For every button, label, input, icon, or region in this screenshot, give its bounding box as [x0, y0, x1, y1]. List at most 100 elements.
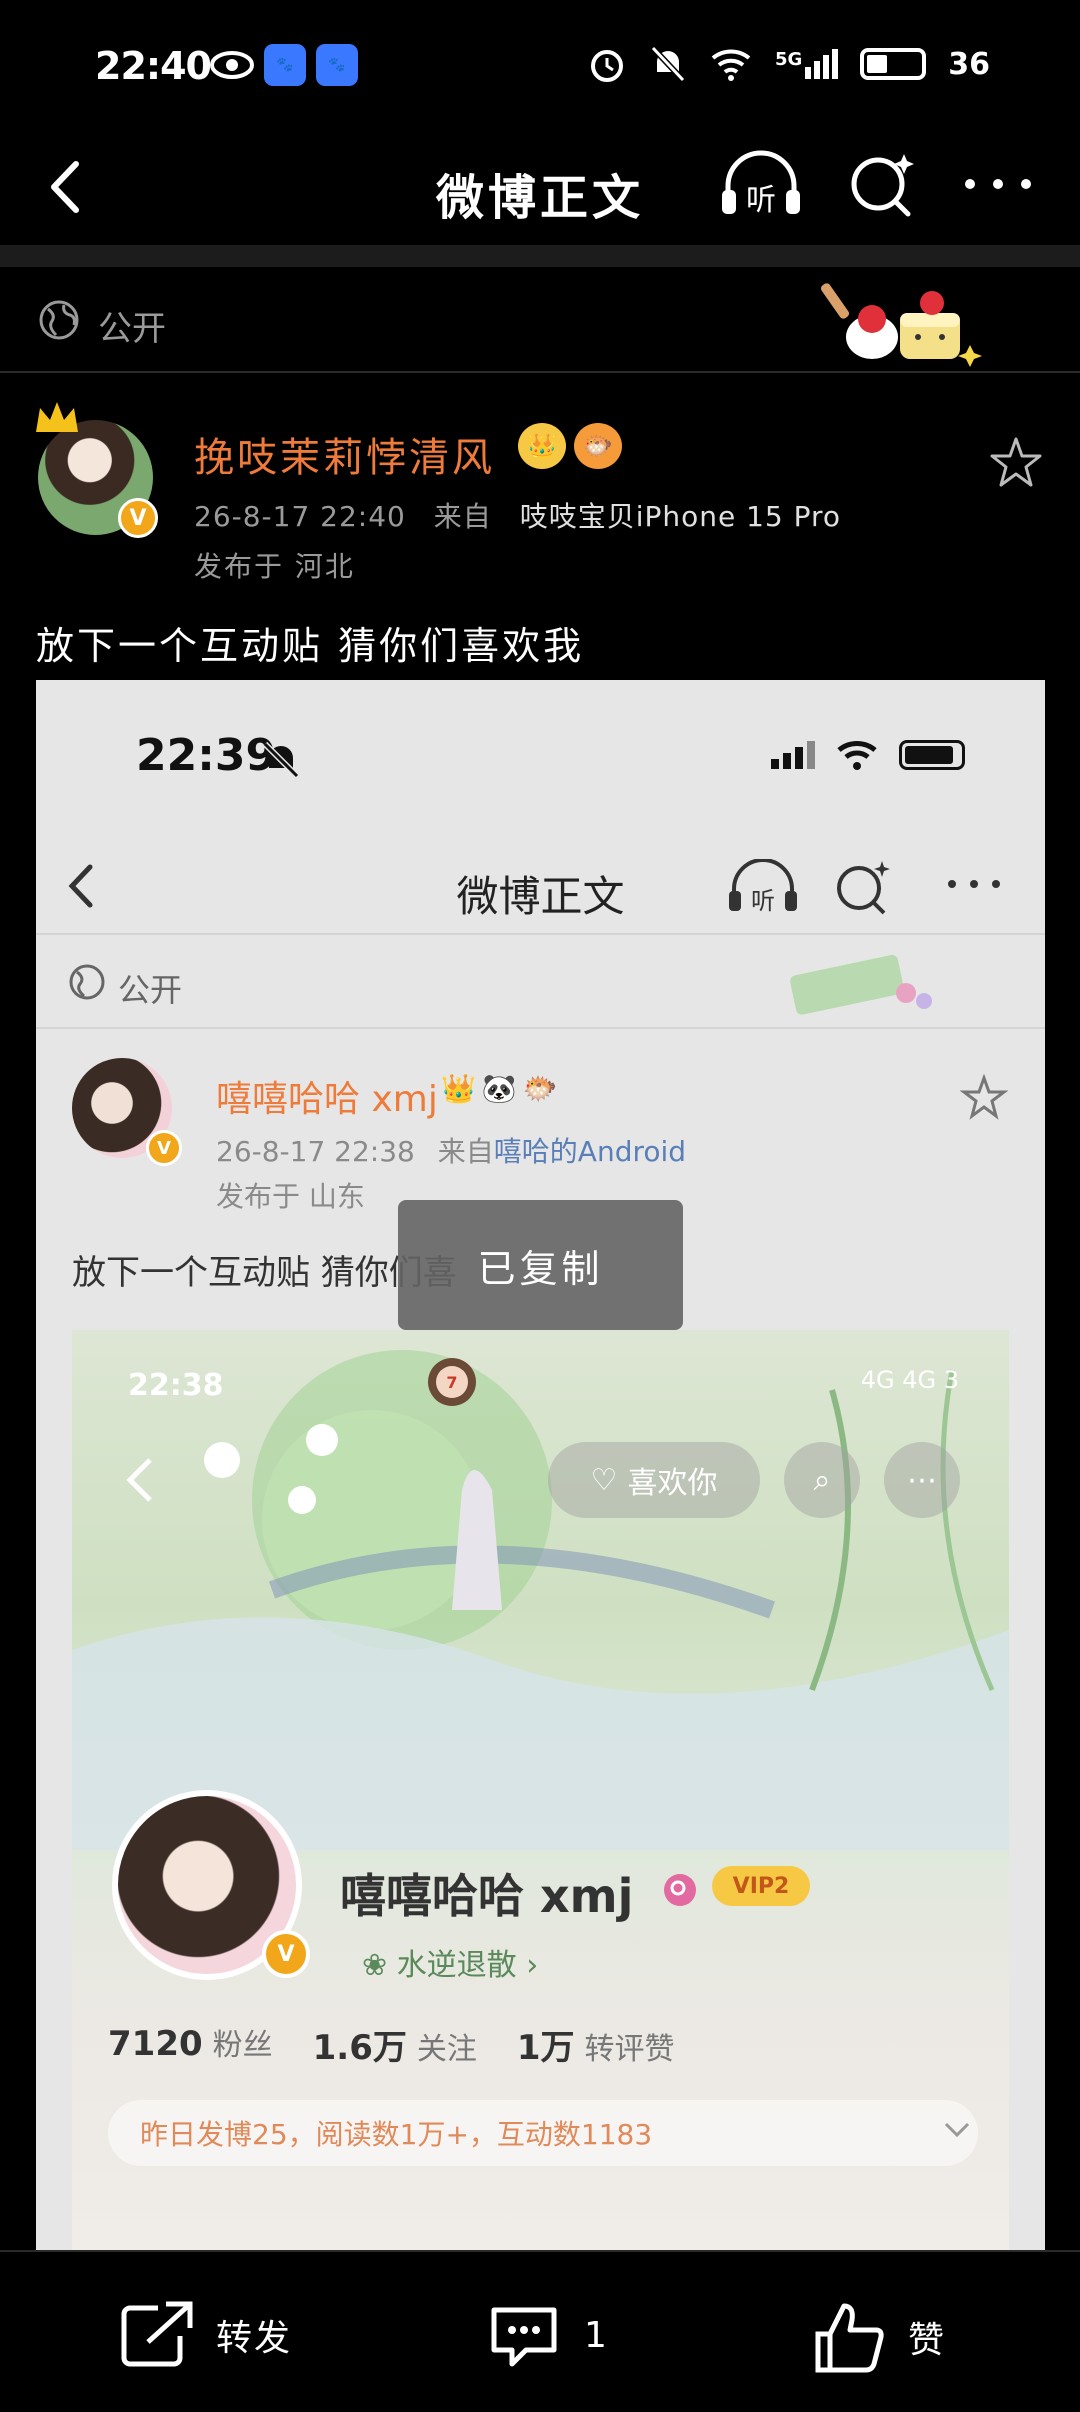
page-title: 微博正文 — [435, 170, 644, 226]
profile-more-icon: ⋯ — [884, 1442, 960, 1518]
illustration-background — [72, 1350, 1009, 1850]
embedded-mute-icon — [262, 741, 300, 779]
embedded-location: 发布于 山东 — [216, 1180, 365, 1213]
favorite-star-icon[interactable] — [988, 435, 1044, 491]
battery-level: 36 — [948, 46, 990, 82]
status-time: 22:40 — [95, 44, 212, 88]
comment-count: 1 — [584, 2314, 609, 2356]
profile-like-icon: ♡ — [590, 1462, 618, 1498]
visibility-row: 公开 — [0, 267, 1080, 373]
profile-vip-badge: VIP2 — [712, 1866, 810, 1906]
profile-stats: 7120 粉丝 1.6万 关注 1万 转评赞 — [108, 2020, 675, 2069]
post-location: 发布于 河北 — [194, 550, 355, 583]
visibility-label: 公开 — [98, 309, 166, 349]
fish-badge-icon: 🐡 — [574, 423, 622, 469]
mute-bell-icon — [650, 45, 686, 83]
embedded-signal-icon — [771, 741, 815, 769]
author-name[interactable]: 挽吱茉莉悖清风 — [194, 425, 495, 483]
author-avatar-wrap[interactable]: V — [36, 402, 158, 540]
comment-icon — [491, 2307, 557, 2367]
embedded-profile-image: 22:38 4G 4G 3 7 ♡ 喜欢你 ⌕ ⋯ V 嘻嘻哈哈 xmj VIP2… — [72, 1330, 1009, 2250]
thumbs-up-icon — [815, 2303, 884, 2373]
embedded-more-icon — [948, 880, 1000, 888]
embedded-status-right — [771, 738, 965, 772]
stat-following: 1.6万 关注 — [312, 2028, 477, 2068]
profile-tag: ❀ 水逆退散 › — [362, 1948, 539, 1983]
embedded-visibility-label: 公开 — [118, 971, 183, 1009]
embedded-visibility-row: 公开 — [36, 937, 1045, 1029]
embedded-battery-icon — [899, 740, 965, 770]
embedded-source: 嘻哈的Android — [493, 1135, 687, 1168]
user-badges: 👑 🐡 — [518, 423, 622, 469]
profile-like-button: ♡ 喜欢你 — [548, 1442, 760, 1518]
status-right-icons: 5G 36 — [587, 44, 990, 84]
baidu-app-icon: 🐾 — [264, 44, 306, 86]
from-prefix: 来自 — [433, 500, 492, 533]
comment-button[interactable]: 1 — [486, 2300, 609, 2370]
profile-status-right: 4G 4G 3 — [860, 1366, 959, 1394]
profile-verified-badge-icon: V — [262, 1930, 310, 1978]
post-text: 放下一个互动贴 猜你们喜欢我 — [36, 624, 585, 668]
more-icon[interactable] — [960, 154, 1036, 214]
profile-status-time: 22:38 — [128, 1368, 224, 1403]
embedded-fish-badge-icon: 🐡 — [522, 1072, 558, 1105]
profile-name: 嘻嘻哈哈 xmj — [340, 1869, 634, 1923]
chevron-down-icon — [944, 2122, 970, 2138]
embedded-globe-icon — [69, 964, 105, 1000]
embedded-status-time: 22:39 — [136, 730, 277, 781]
battery-icon — [860, 48, 927, 80]
embedded-username: 嘻嘻哈哈 xmj — [216, 1079, 438, 1120]
copied-toast: 已复制 — [398, 1200, 683, 1330]
crown-icon — [36, 402, 78, 432]
embedded-listen-icon: 听 — [729, 859, 797, 915]
embedded-panda-badge-icon: 🐼 — [481, 1072, 517, 1105]
verified-badge-icon: V — [118, 498, 158, 538]
svg-text:听: 听 — [751, 887, 775, 915]
search-icon[interactable] — [846, 148, 916, 220]
profile-search-icon: ⌕ — [784, 1442, 860, 1518]
embedded-scroll-sticker-icon — [790, 954, 932, 1015]
eye-icon — [210, 51, 254, 79]
like-label: 赞 — [908, 2320, 947, 2361]
repost-button[interactable]: 转发 — [118, 2300, 292, 2370]
profile-anniversary-icon: 7 — [428, 1358, 476, 1406]
embedded-search-icon — [837, 861, 890, 915]
listen-headphones-icon[interactable]: 听 — [718, 150, 804, 220]
embedded-meta-time: 26-8-17 22:38 — [216, 1135, 415, 1168]
embedded-wifi-icon — [837, 741, 877, 770]
svg-text:7: 7 — [446, 1373, 457, 1392]
post-image[interactable]: 22:39 微博正文 听 公开 V 嘻嘻哈哈 xmj 👑 🐼 🐡 26-8-17… — [36, 680, 1045, 2250]
post-source[interactable]: 吱吱宝贝iPhone 15 Pro — [520, 500, 841, 533]
like-button[interactable]: 赞 — [810, 2300, 946, 2374]
svg-text:听: 听 — [746, 183, 776, 218]
alarm-icon — [590, 50, 623, 82]
embedded-meta: 26-8-17 22:38 来自嘻哈的Android — [216, 1130, 686, 1170]
status-left-icons: 🐾 🐾 — [210, 44, 358, 86]
embedded-nav-title: 微博正文 — [456, 872, 625, 921]
post-time: 26-8-17 22:40 — [194, 500, 406, 533]
embedded-from-prefix: 来自 — [437, 1135, 494, 1168]
crown-badge-icon: 👑 — [518, 423, 566, 469]
embedded-badges: 👑 🐼 🐡 — [441, 1072, 558, 1105]
repost-icon — [121, 2301, 193, 2367]
section-divider — [0, 245, 1080, 267]
lotus-icon: ❀ — [362, 1948, 397, 1983]
embedded-crown-badge-icon: 👑 — [441, 1072, 476, 1105]
top-nav-bar: 微博正文 听 — [0, 130, 1080, 245]
profile-back-icon — [126, 1458, 152, 1502]
baidu-app-icon-2: 🐾 — [316, 44, 358, 86]
globe-icon — [39, 300, 79, 340]
embedded-verified-badge-icon: V — [146, 1130, 182, 1166]
bottom-action-bar: 转发 1 赞 — [0, 2250, 1080, 2412]
embedded-nav: 微博正文 听 — [36, 835, 1045, 935]
wifi-icon — [711, 49, 751, 81]
profile-like-label: 喜欢你 — [627, 1466, 718, 1501]
signal-icon: 5G — [775, 49, 839, 79]
profile-info-banner: 昨日发博25，阅读数1万+，互动数1183 — [108, 2100, 978, 2166]
profile-search-badge-icon — [664, 1874, 696, 1906]
embedded-star-icon — [960, 1074, 1008, 1120]
status-bar: 22:40 🐾 🐾 5G 36 — [0, 0, 1080, 130]
stat-engagement: 1万 转评赞 — [516, 2028, 675, 2068]
repost-label: 转发 — [216, 2318, 293, 2359]
post-meta: 26-8-17 22:40 来自 吱吱宝贝iPhone 15 Pro — [194, 495, 841, 535]
